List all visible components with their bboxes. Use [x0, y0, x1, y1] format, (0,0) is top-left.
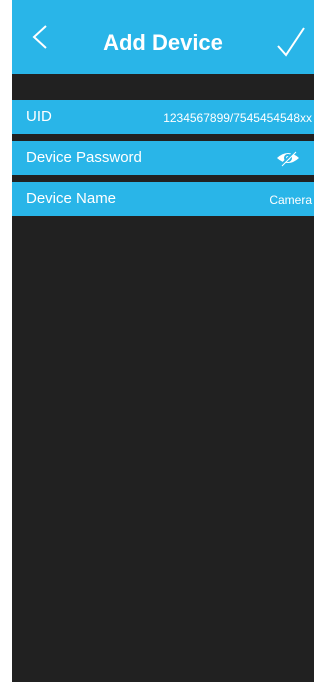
device-name-row[interactable]: Device Name Camera: [12, 182, 314, 216]
chevron-left-icon[interactable]: [28, 22, 52, 52]
eye-hidden-icon[interactable]: [276, 149, 300, 167]
header-bar: Add Device: [12, 0, 314, 74]
device-password-row[interactable]: Device Password: [12, 141, 314, 175]
uid-row[interactable]: UID 1234567899/7545454548xx: [12, 100, 314, 134]
form-container: UID 1234567899/7545454548xx Device Passw…: [12, 74, 314, 682]
device-password-label: Device Password: [26, 149, 142, 166]
page-title: Add Device: [103, 30, 223, 55]
device-name-label: Device Name: [26, 190, 117, 207]
checkmark-icon[interactable]: [276, 26, 306, 58]
add-device-screen: Add Device UID 1234567899/7545454548xx D…: [0, 0, 314, 682]
uid-label: UID: [26, 108, 52, 125]
device-name-value: Camera: [269, 193, 312, 207]
uid-value: 1234567899/7545454548xx: [163, 111, 312, 125]
